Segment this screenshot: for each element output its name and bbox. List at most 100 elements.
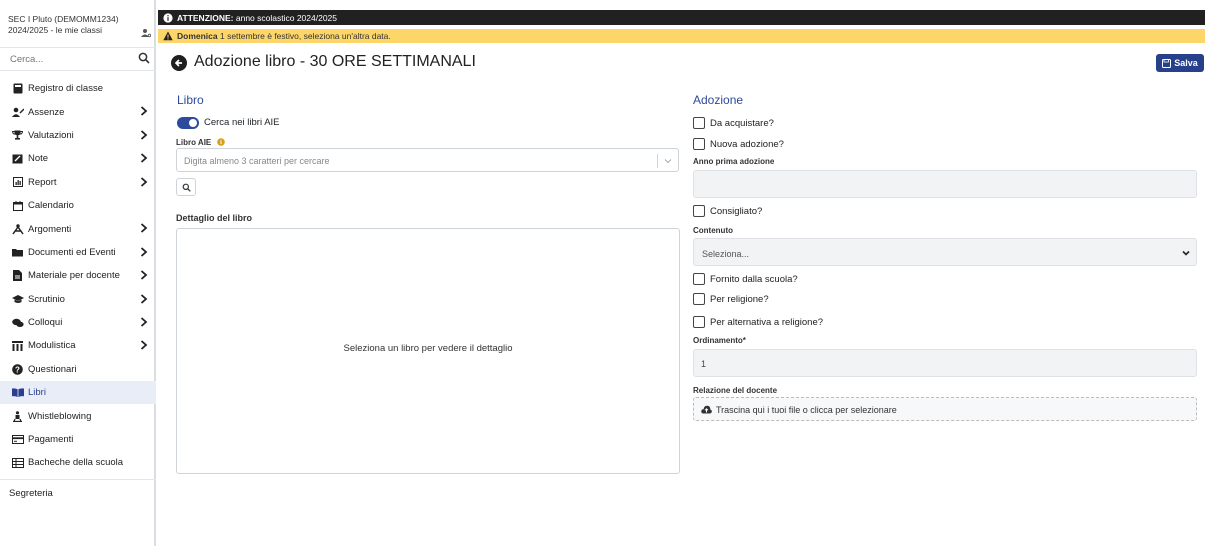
sidebar-item-materiale[interactable]: Materiale per docente <box>0 264 156 287</box>
file-dropzone[interactable]: Trascina qui i tuoi file o clicca per se… <box>693 397 1197 421</box>
sidebar-item-modulistica[interactable]: Modulistica <box>0 334 156 357</box>
chevron-right-icon <box>140 293 148 304</box>
detail-empty-message: Seleziona un libro per vedere il dettagl… <box>343 343 513 354</box>
sidebar-item-calendario[interactable]: Calendario <box>0 194 156 217</box>
info-tooltip-icon[interactable] <box>216 138 225 146</box>
chevron-right-icon <box>140 317 148 327</box>
sidebar-item-bacheche[interactable]: Bacheche della scuola <box>0 451 156 474</box>
dropzone-text: Trascina qui i tuoi file o clicca per se… <box>716 405 897 415</box>
sidebar-item-label: Colloqui <box>28 317 63 329</box>
attention-label: ATTENZIONE: <box>177 12 234 23</box>
aie-select-placeholder: Digita almeno 3 caratteri per cercare <box>184 156 330 166</box>
chevron-right-icon <box>140 223 148 234</box>
religione-checkbox[interactable] <box>693 293 705 305</box>
aie-toggle-label: Cerca nei libri AIE <box>204 117 280 128</box>
info-icon <box>163 12 173 23</box>
sidebar-item-pagamenti[interactable]: Pagamenti <box>0 428 156 451</box>
sidebar-item-argomenti[interactable]: Argomenti <box>0 217 156 240</box>
whistleblowing-icon <box>11 410 24 422</box>
file-icon <box>11 270 24 282</box>
chevron-right-icon <box>140 340 148 350</box>
sidebar-item-report[interactable]: Report <box>0 171 156 194</box>
graduation-cap-icon <box>11 294 24 305</box>
back-button[interactable] <box>171 55 187 71</box>
cloud-upload-icon <box>701 405 712 414</box>
sidebar-item-colloqui[interactable]: Colloqui <box>0 311 156 334</box>
user-absence-icon <box>11 107 24 118</box>
fornito-label: Fornito dalla scuola? <box>710 274 798 285</box>
chevron-right-icon <box>140 153 148 163</box>
sidebar-item-assenze[interactable]: Assenze <box>0 100 156 123</box>
forms-icon <box>11 340 24 351</box>
svg-text:?: ? <box>15 365 20 374</box>
book-icon <box>11 83 24 94</box>
chevron-down-icon <box>664 159 672 164</box>
warning-icon <box>163 31 173 41</box>
consigliato-checkbox[interactable] <box>693 205 705 217</box>
sidebar-item-label: Whistleblowing <box>28 410 92 422</box>
nuova-adozione-label: Nuova adozione? <box>710 139 784 150</box>
consigliato-label: Consigliato? <box>710 206 763 217</box>
ordinamento-value: 1 <box>701 359 707 369</box>
search-icon <box>182 183 191 192</box>
chevron-right-icon <box>140 270 148 280</box>
sidebar-item-segreteria[interactable]: Segreteria <box>0 483 156 505</box>
sidebar-item-label: Assenze <box>28 106 65 118</box>
sidebar-item-valutazioni[interactable]: Valutazioni <box>0 124 156 147</box>
save-button[interactable]: Salva <box>1156 54 1204 72</box>
arrow-left-icon <box>174 59 182 67</box>
comments-icon <box>11 317 24 328</box>
attention-banner: ATTENZIONE: anno scolastico 2024/2025 <box>158 10 1205 25</box>
save-label: Salva <box>1174 58 1198 68</box>
school-name: SEC I Pluto (DEMOMM1234) <box>8 14 119 24</box>
da-acquistare-label: Da acquistare? <box>710 118 774 129</box>
aie-field-label: Libro AIE <box>176 138 225 147</box>
search-icon[interactable] <box>138 52 150 64</box>
sidebar-item-scrutinio[interactable]: Scrutinio <box>0 288 156 311</box>
sidebar-menu: Registro di classe Assenze Valutazioni N… <box>0 77 156 505</box>
sidebar-item-label: Report <box>28 176 57 188</box>
sidebar-item-questionari[interactable]: ? Questionari <box>0 358 156 381</box>
board-icon <box>11 457 24 468</box>
nuova-adozione-checkbox[interactable] <box>693 138 705 150</box>
alternativa-label: Per alternativa a religione? <box>710 317 824 328</box>
da-acquistare-checkbox[interactable] <box>693 117 705 129</box>
question-icon: ? <box>11 364 24 375</box>
sidebar-item-label: Bacheche della scuola <box>28 457 124 469</box>
anno-prima-input[interactable] <box>693 170 1197 198</box>
aie-book-select[interactable]: Digita almeno 3 caratteri per cercare <box>176 148 679 172</box>
school-header[interactable]: SEC I Pluto (DEMOMM1234) 2024/2025 - le … <box>8 14 153 38</box>
sidebar: SEC I Pluto (DEMOMM1234) 2024/2025 - le … <box>0 0 156 546</box>
sidebar-item-label: Valutazioni <box>28 129 74 141</box>
chevron-right-icon <box>140 106 148 117</box>
sidebar-item-libri[interactable]: Libri <box>0 381 156 405</box>
sidebar-item-registro[interactable]: Registro di classe <box>0 77 156 100</box>
relazione-label: Relazione del docente <box>693 386 778 395</box>
chevron-right-icon <box>140 247 148 257</box>
chevron-down-icon <box>1182 250 1190 256</box>
folder-icon <box>11 247 24 258</box>
page-title: Adozione libro - 30 ORE SETTIMANALI <box>194 53 476 70</box>
sidebar-search <box>0 47 156 71</box>
book-detail-panel: Seleziona un libro per vedere il dettagl… <box>176 228 680 474</box>
note-icon <box>11 153 24 164</box>
alternativa-checkbox[interactable] <box>693 316 705 328</box>
aie-search-button[interactable] <box>176 178 196 196</box>
fornito-checkbox[interactable] <box>693 273 705 285</box>
sidebar-item-label: Pagamenti <box>28 434 74 446</box>
user-switch-icon[interactable] <box>141 28 152 41</box>
sidebar-item-documenti[interactable]: Documenti ed Eventi <box>0 241 156 264</box>
ordinamento-input[interactable]: 1 <box>693 349 1197 377</box>
sidebar-item-whistleblowing[interactable]: Whistleblowing <box>0 404 156 427</box>
save-icon <box>1162 58 1172 68</box>
aie-search-toggle[interactable] <box>177 117 199 129</box>
attention-text: anno scolastico 2024/2025 <box>233 12 338 23</box>
chevron-right-icon <box>140 176 148 187</box>
sidebar-item-label: Scrutinio <box>28 293 65 305</box>
contenuto-select[interactable]: Seleziona... <box>693 238 1197 266</box>
chevron-right-icon <box>140 130 148 140</box>
contenuto-value: Seleziona... <box>702 249 750 259</box>
search-input[interactable] <box>0 48 130 70</box>
sidebar-item-note[interactable]: Note <box>0 147 156 170</box>
sidebar-item-label: Calendario <box>28 200 74 212</box>
